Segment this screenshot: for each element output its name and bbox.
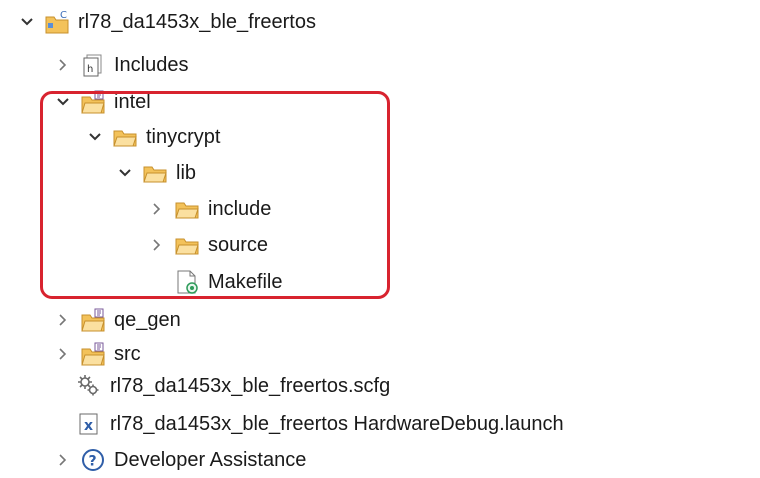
gear-file-icon [76, 373, 102, 399]
folder-open-icon [174, 232, 200, 258]
svg-text:?: ? [89, 454, 97, 470]
chevron-right-icon[interactable] [52, 343, 74, 365]
tree-item-label: src [114, 343, 141, 365]
tree-item-label: rl78_da1453x_ble_freertos HardwareDebug.… [110, 413, 564, 435]
chevron-down-icon[interactable] [84, 126, 106, 148]
svg-text:x: x [84, 418, 93, 434]
help-icon: ? [80, 447, 106, 473]
source-folder-icon [80, 89, 106, 115]
tree-item-label: rl78_da1453x_ble_freertos [78, 11, 316, 33]
chevron-down-icon[interactable] [114, 162, 136, 184]
project-explorer-tree: C rl78_da1453x_ble_freertos h Includes i… [0, 0, 760, 478]
chevron-right-icon[interactable] [52, 54, 74, 76]
tree-item-lib[interactable]: lib [114, 157, 196, 189]
chevron-down-icon[interactable] [16, 11, 38, 33]
tree-item-project[interactable]: C rl78_da1453x_ble_freertos [16, 6, 316, 38]
tree-item-label: intel [114, 91, 151, 113]
tree-item-includes[interactable]: h Includes [52, 49, 189, 81]
chevron-right-icon[interactable] [146, 234, 168, 256]
tree-item-label: source [208, 234, 269, 256]
tree-item-label: qe_gen [114, 309, 181, 331]
tree-item-scfg-file[interactable]: rl78_da1453x_ble_freertos.scfg [76, 370, 390, 402]
svg-text:h: h [87, 64, 93, 75]
source-folder-icon [80, 341, 106, 367]
tree-item-source[interactable]: source [146, 229, 268, 261]
tree-item-launch-file[interactable]: x rl78_da1453x_ble_freertos HardwareDebu… [76, 408, 564, 440]
tree-item-tinycrypt[interactable]: tinycrypt [84, 121, 220, 153]
tree-item-makefile[interactable]: Makefile [174, 266, 282, 298]
launch-file-icon: x [76, 411, 102, 437]
tree-item-label: tinycrypt [146, 126, 221, 148]
tree-item-label: Includes [114, 54, 189, 76]
tree-item-label: Developer Assistance [114, 449, 307, 471]
tree-item-label: lib [176, 162, 197, 184]
tree-item-intel[interactable]: intel [52, 86, 151, 118]
c-project-icon: C [44, 9, 70, 35]
chevron-down-icon[interactable] [52, 91, 74, 113]
tree-item-developer-assistance[interactable]: ? Developer Assistance [52, 444, 306, 476]
tree-item-label: Makefile [208, 271, 283, 293]
svg-text:C: C [60, 10, 67, 21]
includes-icon: h [80, 52, 106, 78]
chevron-right-icon[interactable] [146, 198, 168, 220]
tree-item-qe-gen[interactable]: qe_gen [52, 304, 181, 336]
makefile-icon [174, 269, 200, 295]
chevron-right-icon[interactable] [52, 309, 74, 331]
folder-open-icon [112, 124, 138, 150]
tree-item-src[interactable]: src [52, 338, 141, 370]
tree-item-label: include [208, 198, 272, 220]
folder-open-icon [142, 160, 168, 186]
chevron-right-icon[interactable] [52, 449, 74, 471]
folder-open-icon [174, 196, 200, 222]
tree-item-include[interactable]: include [146, 193, 271, 225]
source-folder-icon [80, 307, 106, 333]
tree-item-label: rl78_da1453x_ble_freertos.scfg [110, 375, 391, 397]
